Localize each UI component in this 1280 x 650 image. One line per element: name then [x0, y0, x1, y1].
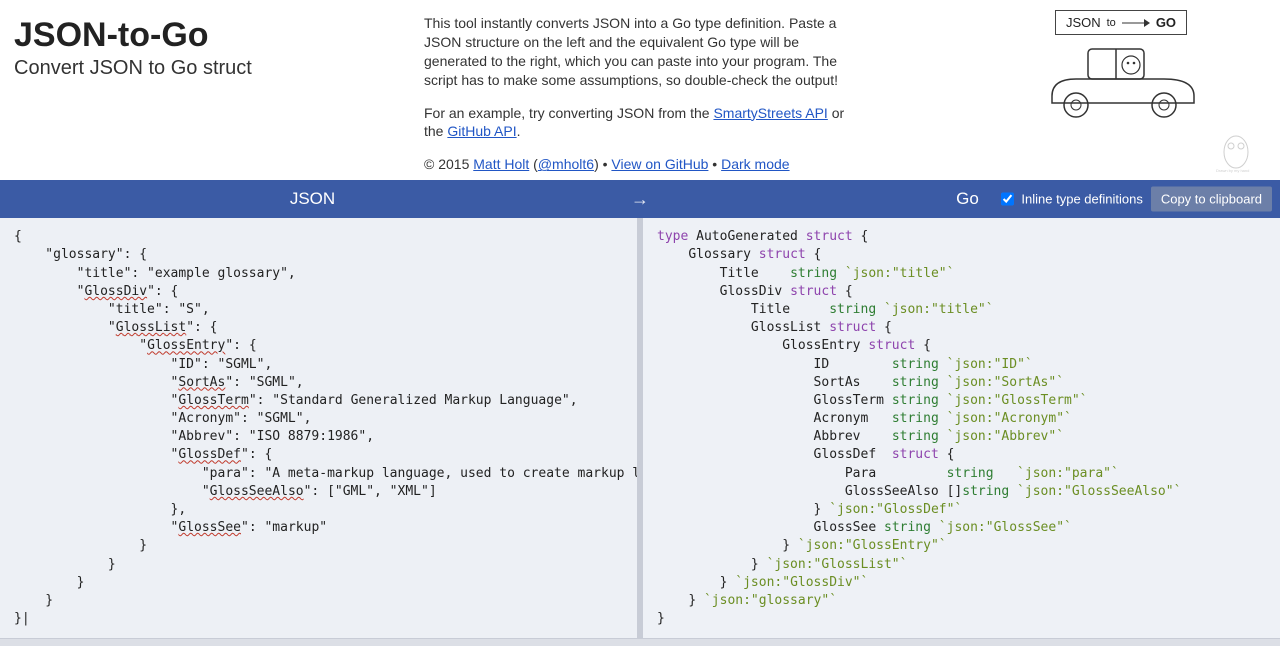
example-text: For an example, try converting JSON from…: [424, 104, 854, 142]
author-link[interactable]: Matt Holt: [473, 156, 529, 172]
page-title: JSON-to-Go: [14, 16, 394, 55]
page-subtitle: Convert JSON to Go struct: [14, 57, 394, 80]
column-header-bar: JSON → Go Inline type definitions Copy t…: [0, 180, 1280, 218]
json-column-label: JSON: [0, 189, 625, 209]
arrow-icon: →: [625, 189, 655, 210]
description-text: This tool instantly converts JSON into a…: [424, 14, 854, 90]
dark-mode-link[interactable]: Dark mode: [721, 156, 789, 172]
svg-text:Drawn by my hand: Drawn by my hand: [1216, 168, 1249, 173]
smartystreets-link[interactable]: SmartyStreets API: [713, 105, 827, 121]
gopher-icon: Drawn by my hand: [1216, 124, 1256, 174]
inline-types-toggle[interactable]: Inline type definitions: [997, 190, 1142, 209]
github-api-link[interactable]: GitHub API: [447, 123, 516, 139]
copy-button[interactable]: Copy to clipboard: [1151, 187, 1272, 212]
car-icon: [1046, 41, 1196, 121]
go-output-pane[interactable]: type AutoGenerated struct { Glossary str…: [643, 218, 1280, 638]
horizontal-scrollbar[interactable]: [0, 638, 1280, 646]
json-input-pane[interactable]: { "glossary": { "title": "example glossa…: [0, 218, 643, 638]
view-github-link[interactable]: View on GitHub: [611, 156, 708, 172]
inline-types-checkbox[interactable]: [1001, 193, 1014, 206]
author-handle-link[interactable]: @mholt6: [538, 156, 594, 172]
credits: © 2015 Matt Holt (@mholt6) • View on Git…: [424, 155, 854, 174]
logo-label: JSON to GO: [1055, 10, 1187, 35]
